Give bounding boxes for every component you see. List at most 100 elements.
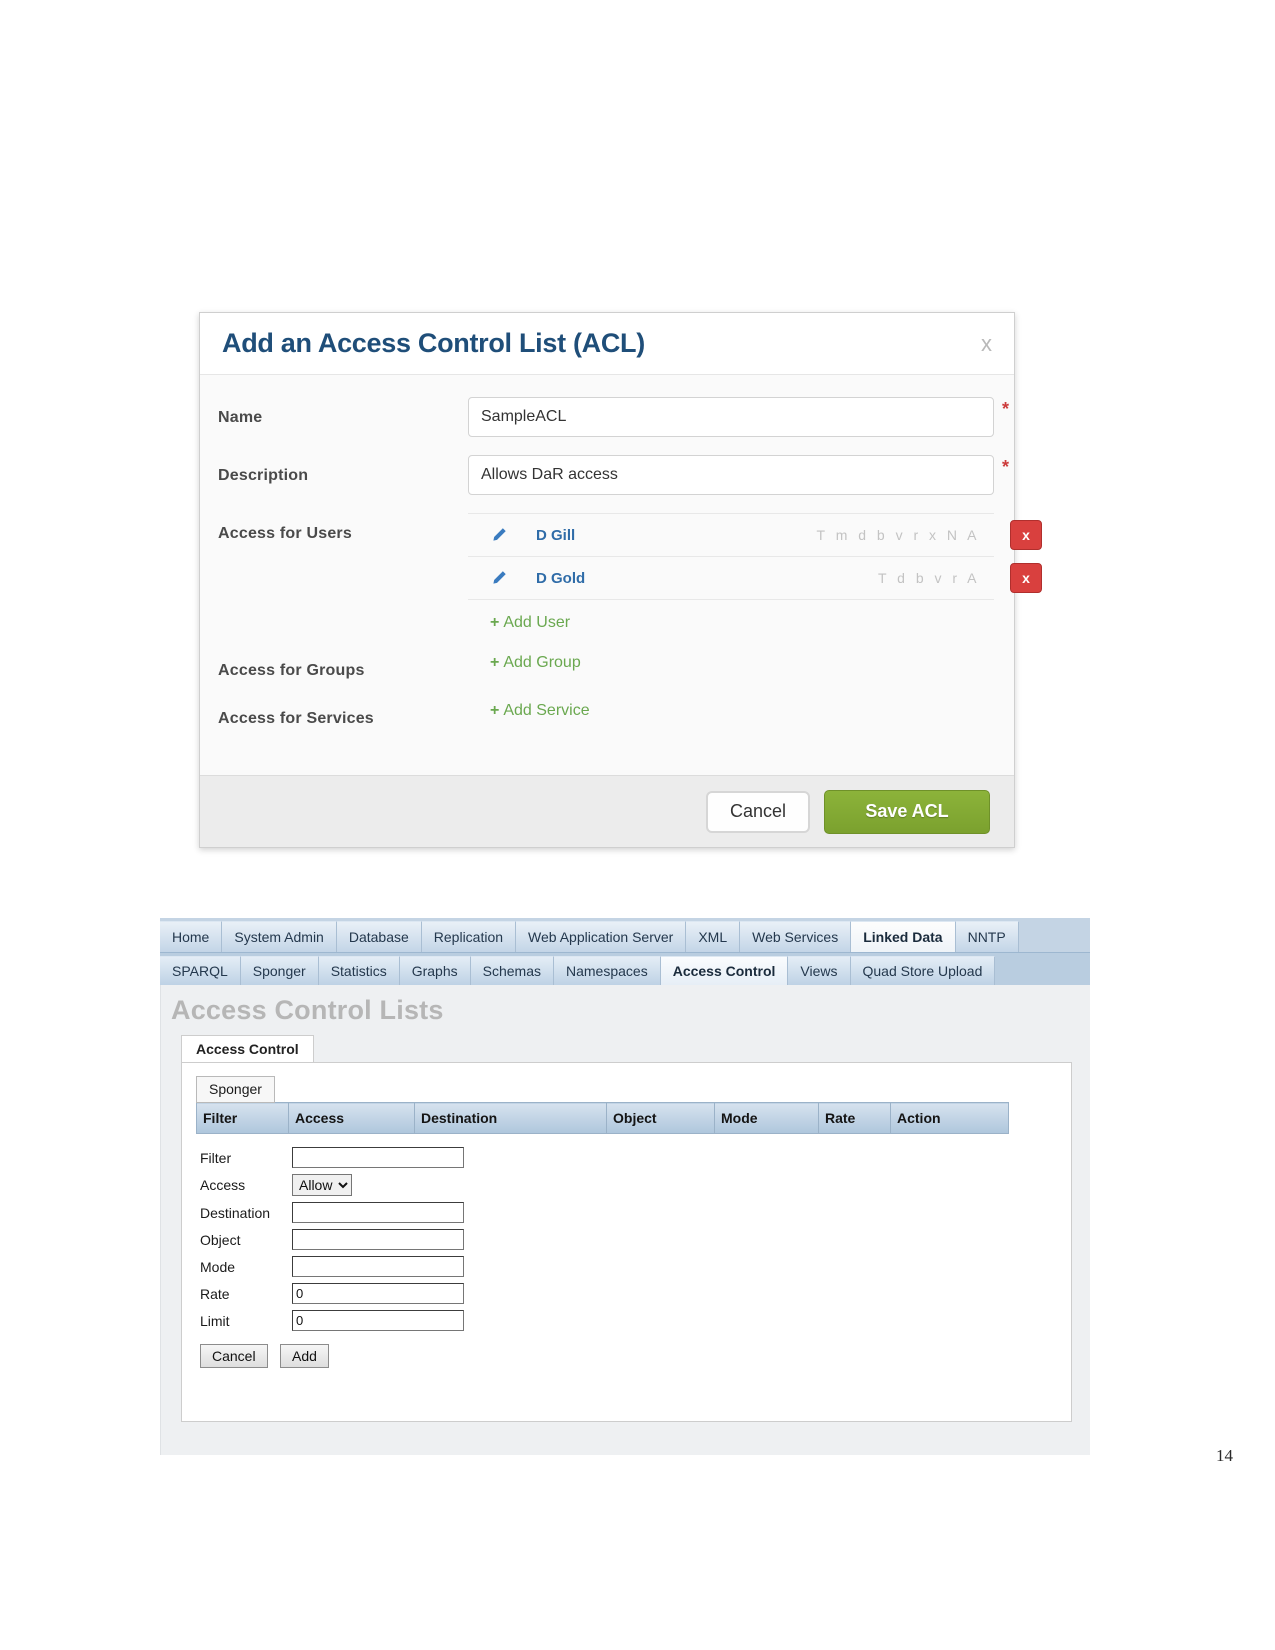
delete-user-button[interactable]: x [1010, 520, 1042, 550]
field-mode [292, 1253, 464, 1280]
field-access: Allow [292, 1171, 464, 1199]
column-header-destination: Destination [414, 1102, 607, 1134]
table-header-row: Filter Access Destination Object Mode Rate Act… [196, 1102, 1009, 1134]
description-field-wrap: * [468, 455, 1009, 495]
column-header-access: Access [288, 1102, 415, 1134]
column-header-object: Object [606, 1102, 715, 1134]
delete-user-button[interactable]: x [1010, 563, 1042, 593]
tab-system-admin[interactable]: System Admin [222, 921, 337, 952]
access-for-groups-row: Access for Groups + Add Group [218, 650, 992, 680]
tab-web-application-server[interactable]: Web Application Server [516, 921, 687, 952]
save-acl-button[interactable]: Save ACL [824, 789, 990, 834]
secondary-nav-tabs: SPARQL Sponger Statistics Graphs Schemas Name… [160, 953, 1090, 985]
tab-graphs[interactable]: Graphs [399, 956, 471, 985]
label-destination: Destination [200, 1204, 271, 1221]
destination-input[interactable] [292, 1202, 464, 1223]
user-permissions: T d b v r A [877, 570, 980, 586]
page-number: 14 [1216, 1446, 1233, 1465]
label-access: Access [200, 1177, 246, 1193]
cancel-button[interactable]: Cancel [200, 1344, 268, 1368]
user-name-link[interactable]: D Gill [536, 527, 736, 544]
add-button[interactable]: Add [280, 1344, 329, 1368]
description-label: Description [218, 467, 309, 484]
add-user-button[interactable]: + Add User [490, 614, 570, 632]
field-object [292, 1226, 464, 1253]
name-row: Name * [218, 397, 1009, 437]
tab-nntp[interactable]: NNTP [955, 921, 1019, 952]
services-field-wrap: + Add Service [468, 698, 992, 720]
mode-input[interactable] [292, 1256, 464, 1277]
tab-access-control[interactable]: Access Control [660, 956, 789, 985]
tab-xml[interactable]: XML [686, 921, 741, 952]
page-heading: Access Control Lists [171, 995, 444, 1025]
tab-home[interactable]: Home [160, 921, 223, 952]
content-area: Access Control Lists Access Control Spon… [160, 985, 1090, 1455]
column-header-action: Action [890, 1102, 1009, 1134]
users-field-wrap: D Gill T m d b v r x N A x D Gold T d b … [468, 513, 1042, 632]
access-for-services-label: Access for Services [218, 710, 374, 727]
form-row-access: Access Allow [196, 1171, 464, 1199]
access-select[interactable]: Allow [292, 1174, 352, 1196]
user-list: D Gill T m d b v r x N A x D Gold T d b … [468, 513, 1042, 600]
tab-sparql[interactable]: SPARQL [160, 956, 241, 985]
description-input[interactable] [468, 455, 994, 495]
name-field-wrap: * [468, 397, 1009, 437]
tab-namespaces[interactable]: Namespaces [554, 956, 661, 985]
close-icon[interactable]: x [981, 333, 992, 355]
access-for-services-row: Access for Services + Add Service [218, 698, 992, 728]
form-row-mode: Mode [196, 1253, 464, 1280]
tab-replication[interactable]: Replication [421, 921, 517, 952]
tab-views[interactable]: Views [788, 956, 851, 985]
column-header-filter: Filter [196, 1102, 289, 1134]
dialog-body: Name * Description * Access for Users [200, 375, 1042, 775]
label-filter: Filter [200, 1149, 232, 1166]
tab-sponger[interactable]: Sponger [196, 1076, 275, 1103]
admin-panel: Home System Admin Database Replication Web A… [160, 918, 1090, 1458]
plus-icon: + [490, 614, 500, 631]
form-row-limit: Limit [196, 1307, 464, 1334]
page-title: Add an Access Control List (ACL) [222, 328, 645, 358]
access-for-groups-label: Access for Groups [218, 662, 365, 679]
name-label: Name [218, 409, 263, 426]
tab-linked-data[interactable]: Linked Data [851, 921, 956, 952]
tab-access-control[interactable]: Access Control [181, 1035, 314, 1063]
table-row: D Gold T d b v r A x [468, 557, 1042, 600]
description-row: Description * [218, 455, 1009, 495]
edit-pencil-icon[interactable] [490, 527, 518, 544]
access-for-users-label: Access for Users [218, 525, 352, 542]
table-row: D Gill T m d b v r x N A x [468, 513, 1042, 557]
object-input[interactable] [292, 1229, 464, 1250]
limit-input[interactable] [292, 1310, 464, 1331]
tab-sponger[interactable]: Sponger [240, 956, 319, 985]
form-row-filter: Filter [196, 1144, 464, 1171]
field-destination [292, 1199, 464, 1226]
groups-field-wrap: + Add Group [468, 650, 992, 672]
access-for-users-row: Access for Users D Gill T m d b v r x N … [218, 513, 1042, 632]
name-required-marker: * [1002, 399, 1010, 419]
column-header-rate: Rate [818, 1102, 891, 1134]
tab-web-services[interactable]: Web Services [740, 921, 852, 952]
acl-rules-table: Filter Access Destination Object Mode Rate Act… [196, 1102, 1009, 1134]
name-input[interactable] [468, 397, 994, 437]
add-group-button[interactable]: + Add Group [490, 654, 581, 672]
user-permissions: T m d b v r x N A [816, 527, 980, 543]
filter-input[interactable] [292, 1147, 464, 1168]
form-row-object: Object [196, 1226, 464, 1253]
add-service-label: Add Service [503, 702, 590, 719]
rate-input[interactable] [292, 1283, 464, 1304]
label-rate: Rate [200, 1285, 230, 1302]
cancel-button[interactable]: Cancel [706, 790, 810, 833]
edit-pencil-icon[interactable] [490, 570, 518, 587]
add-service-button[interactable]: + Add Service [490, 702, 590, 720]
plus-icon: + [490, 654, 500, 671]
form-row-rate: Rate [196, 1280, 464, 1307]
field-filter [292, 1144, 464, 1171]
tab-statistics[interactable]: Statistics [318, 956, 400, 985]
tab-schemas[interactable]: Schemas [470, 956, 554, 985]
user-name-link[interactable]: D Gold [536, 570, 736, 587]
add-group-label: Add Group [503, 654, 581, 671]
field-rate [292, 1280, 464, 1307]
tab-database[interactable]: Database [336, 921, 422, 952]
add-rule-form: Filter Access Allow Destination Object Mode Ra… [196, 1144, 464, 1334]
tab-quad-store-upload[interactable]: Quad Store Upload [850, 956, 996, 985]
